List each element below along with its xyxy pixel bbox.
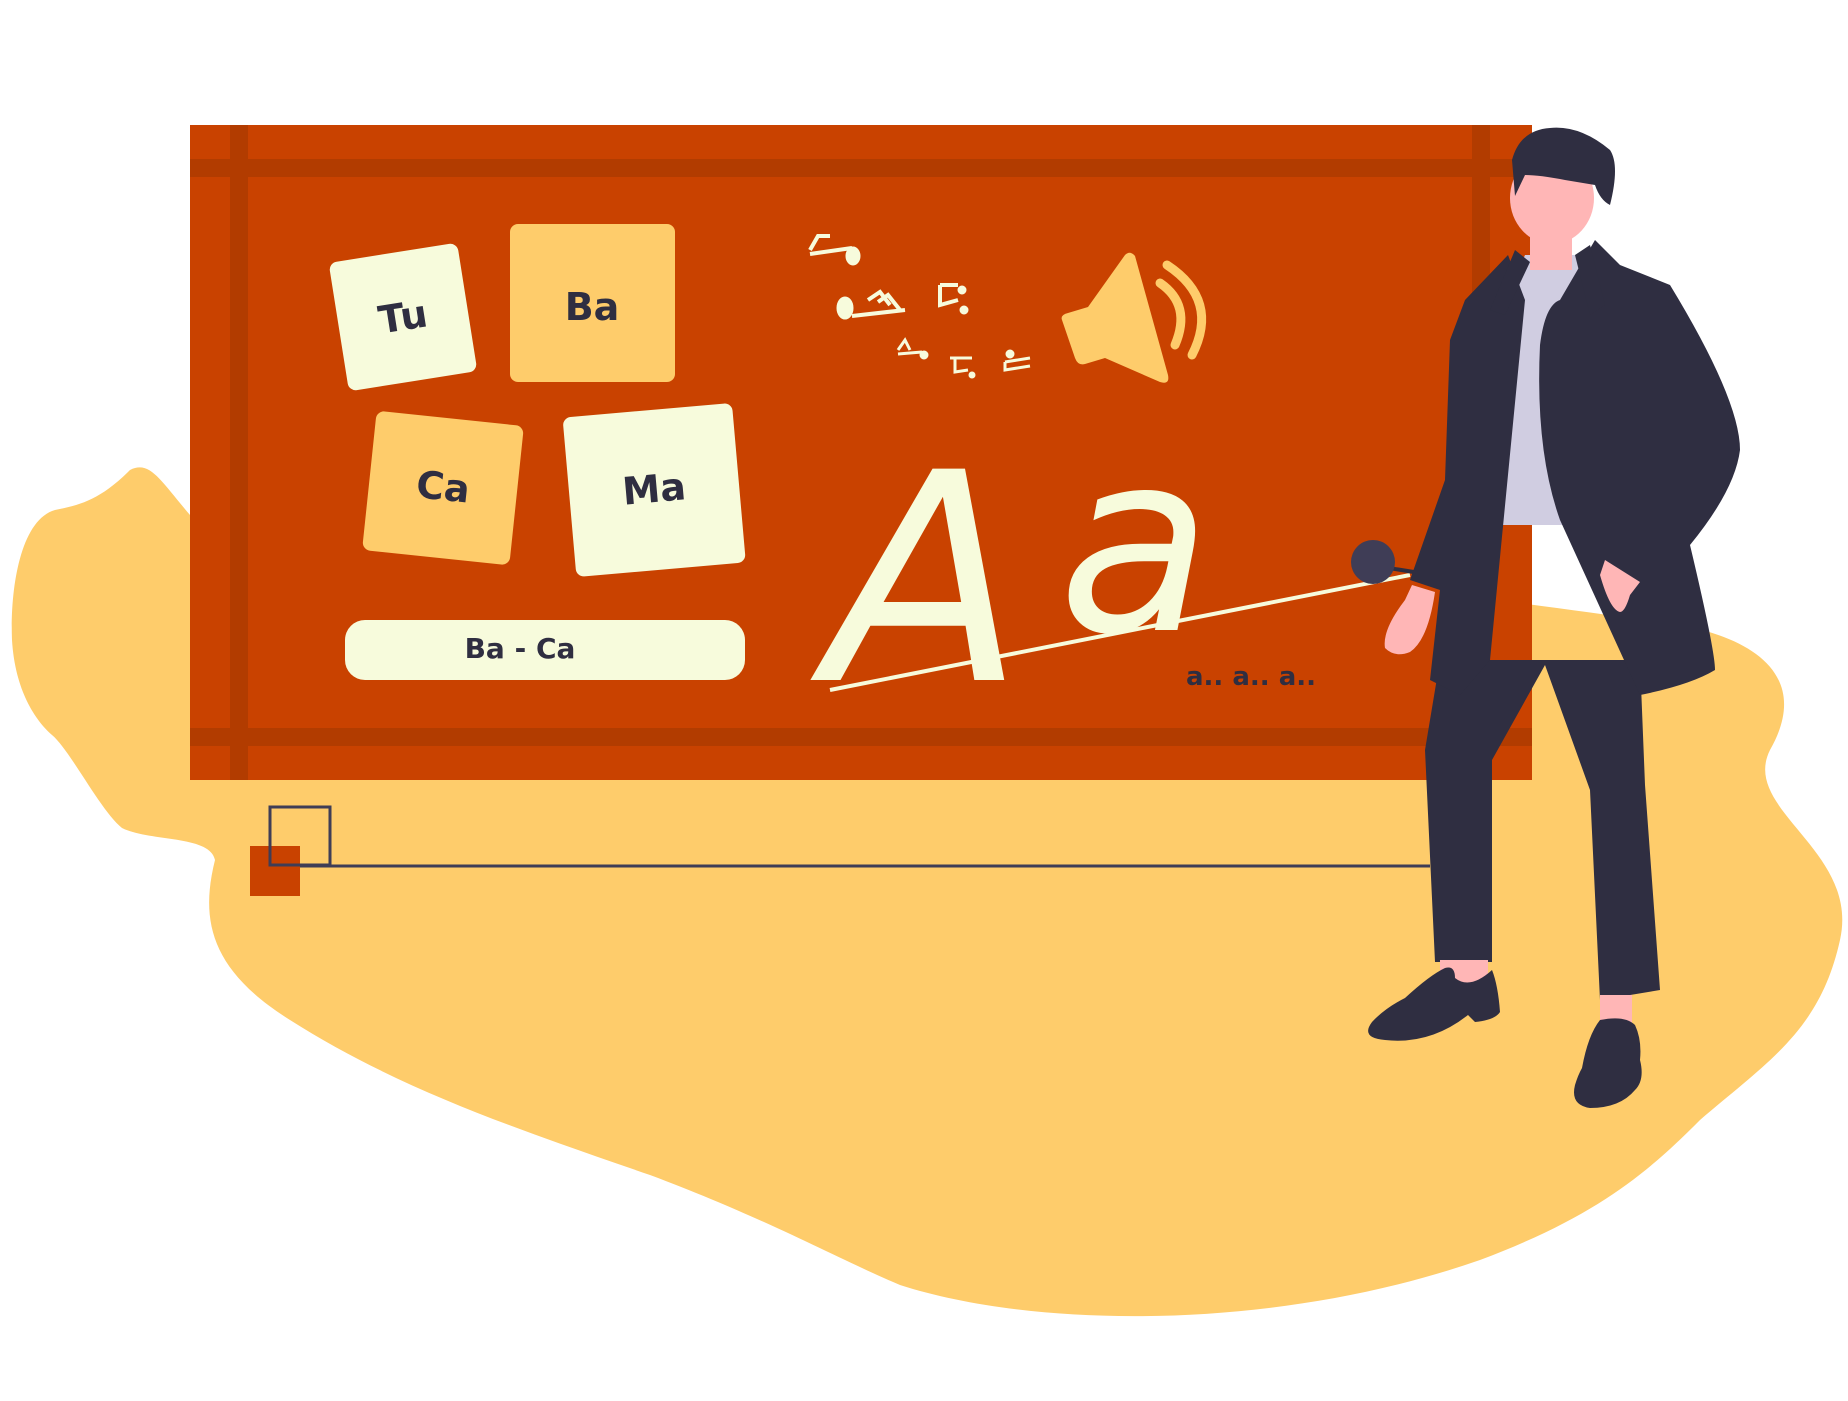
tile-tu: Tu [329,243,477,391]
tile-tu-label: Tu [375,291,430,342]
decor-square-filled [250,846,300,896]
tile-ca-label: Ca [414,462,472,511]
big-letter-lower: a [1058,398,1211,689]
board-frame-top [190,159,1532,177]
tile-ca: Ca [362,411,524,565]
tile-ma: Ma [563,403,746,577]
syllable-bar: Ba - Ca [345,620,745,680]
board-frame-left [230,125,248,780]
sound-text: a.. a.. a.. [1186,662,1316,692]
tile-ba-label: Ba [565,285,620,329]
pointer-tip [1351,540,1395,584]
syllable-bar-label: Ba - Ca [465,632,576,665]
big-letter-upper: A [808,412,1025,749]
tile-ba: Ba [510,224,675,382]
tile-ma-label: Ma [621,464,688,513]
illustration-scene: Tu Ba Ca Ma Ba - Ca A a a.. a.. a.. [11,125,1843,1317]
